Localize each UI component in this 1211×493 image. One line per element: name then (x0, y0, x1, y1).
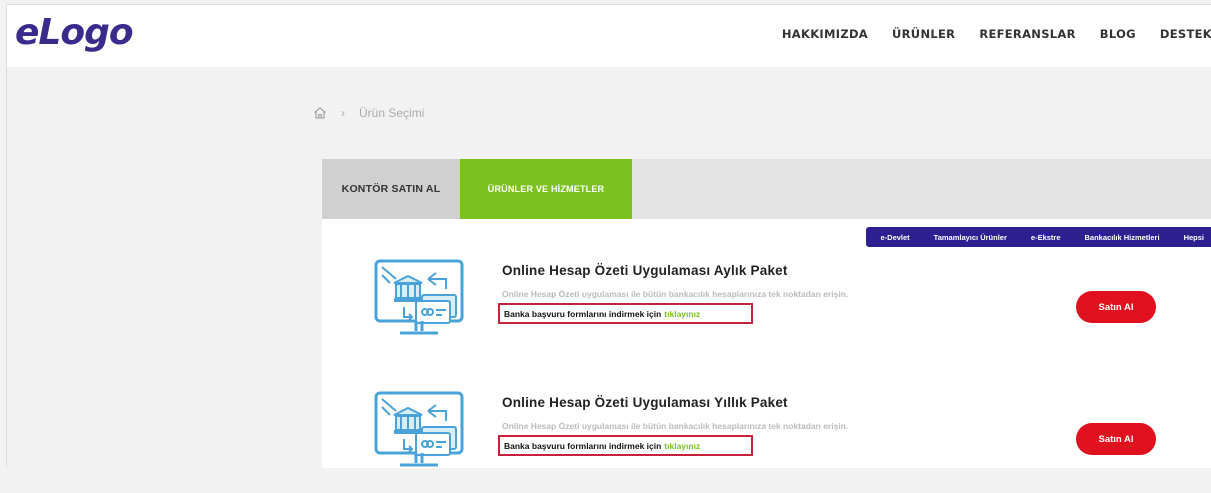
tab-kontor-satin-al[interactable]: KONTÖR SATIN AL (322, 159, 460, 219)
site-header: eLogo HAKKIMIZDA ÜRÜNLER REFERANSLAR BLO… (7, 5, 1211, 67)
product-list: e-Devlet Tamamlayıcı Ürünler e-Ekstre Ba… (322, 219, 1211, 468)
download-forms-link[interactable]: tıklayınız (664, 441, 700, 451)
breadcrumb-current: Ürün Seçimi (359, 106, 425, 120)
tab-urunler-ve-hizmetler[interactable]: ÜRÜNLER VE HİZMETLER (460, 159, 632, 219)
filter-e-ekstre[interactable]: e-Ekstre (1031, 233, 1061, 242)
filter-hepsi[interactable]: Hepsi (1184, 233, 1204, 242)
bank-statement-icon (374, 391, 464, 467)
bank-statement-icon (374, 259, 464, 335)
product-tabs: KONTÖR SATIN AL ÜRÜNLER VE HİZMETLER (322, 159, 1211, 219)
download-forms-box: Banka başvuru formlarını indirmek için t… (498, 303, 753, 324)
nav-blog[interactable]: BLOG (1100, 27, 1136, 41)
buy-button[interactable]: Satın Al (1076, 423, 1156, 455)
home-icon[interactable] (313, 106, 327, 120)
filter-bankacilik-hizmetleri[interactable]: Bankacılık Hizmetleri (1085, 233, 1160, 242)
product-card: Online Hesap Özeti Uygulaması Aylık Pake… (322, 251, 1211, 361)
breadcrumb: › Ürün Seçimi (313, 106, 424, 120)
breadcrumb-separator: › (341, 106, 345, 120)
page: eLogo HAKKIMIZDA ÜRÜNLER REFERANSLAR BLO… (6, 4, 1211, 468)
elogo-logo[interactable]: eLogo (15, 13, 134, 53)
product-title: Online Hesap Özeti Uygulaması Yıllık Pak… (502, 395, 788, 410)
product-description: Online Hesap Özeti uygulaması ile bütün … (502, 289, 849, 299)
filter-tamamlayici-urunler[interactable]: Tamamlayıcı Ürünler (934, 233, 1007, 242)
download-forms-box: Banka başvuru formlarını indirmek için t… (498, 435, 753, 456)
nav-referanslar[interactable]: REFERANSLAR (979, 27, 1075, 41)
category-filter-bar: e-Devlet Tamamlayıcı Ürünler e-Ekstre Ba… (866, 227, 1211, 247)
product-description: Online Hesap Özeti uygulaması ile bütün … (502, 421, 849, 431)
main-nav: HAKKIMIZDA ÜRÜNLER REFERANSLAR BLOG DEST… (782, 27, 1211, 41)
download-forms-link[interactable]: tıklayınız (664, 309, 700, 319)
product-card: Online Hesap Özeti Uygulaması Yıllık Pak… (322, 383, 1211, 493)
product-title: Online Hesap Özeti Uygulaması Aylık Pake… (502, 263, 788, 278)
download-forms-text: Banka başvuru formlarını indirmek için (504, 440, 662, 451)
download-forms-text: Banka başvuru formlarını indirmek için (504, 308, 662, 319)
nav-destek[interactable]: DESTEK (1160, 27, 1211, 41)
nav-hakkimizda[interactable]: HAKKIMIZDA (782, 27, 868, 41)
nav-urunler[interactable]: ÜRÜNLER (892, 27, 955, 41)
filter-e-devlet[interactable]: e-Devlet (880, 233, 909, 242)
buy-button[interactable]: Satın Al (1076, 291, 1156, 323)
